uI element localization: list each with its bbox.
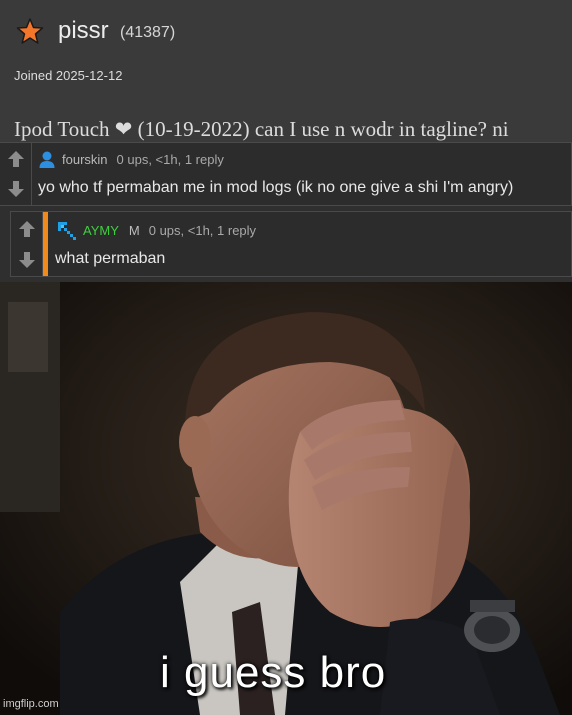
profile-joined-date: Joined 2025-12-12 bbox=[14, 68, 123, 83]
meme-caption: i guess bro bbox=[160, 648, 387, 697]
star-icon bbox=[16, 18, 44, 44]
downvote-arrow-icon[interactable] bbox=[6, 179, 26, 199]
downvote-arrow-icon[interactable] bbox=[17, 250, 37, 270]
profile-username[interactable]: pissr bbox=[58, 16, 109, 46]
upvote-arrow-icon[interactable] bbox=[17, 219, 37, 239]
moderator-badge: M bbox=[128, 222, 140, 238]
pickaxe-icon bbox=[58, 222, 76, 240]
comment-author[interactable]: fourskin bbox=[62, 152, 108, 167]
person-icon bbox=[39, 151, 55, 168]
comment-stats: 0 ups, <1h, 1 reply bbox=[116, 151, 224, 167]
vote-column bbox=[11, 212, 43, 276]
comment-text: what permaban bbox=[55, 250, 166, 267]
reply-comment-item: AYMY M 0 ups, <1h, 1 reply what permaban bbox=[10, 211, 572, 277]
imgflip-watermark: imgflip.com bbox=[3, 698, 59, 710]
profile-user-id: (41387) bbox=[120, 24, 176, 41]
screenshot-root: pissr (41387) Joined 2025-12-12 Ipod Tou… bbox=[0, 0, 572, 715]
upvote-arrow-icon[interactable] bbox=[6, 149, 26, 169]
comment-author[interactable]: AYMY bbox=[83, 223, 119, 238]
op-highlight-bar bbox=[43, 212, 48, 276]
meme-reaction-image: i guess bro imgflip.com bbox=[0, 282, 572, 715]
comment-text: yo who tf permaban me in mod logs (ik no… bbox=[38, 179, 514, 196]
user-profile-header: pissr (41387) Joined 2025-12-12 Ipod Tou… bbox=[0, 0, 572, 142]
profile-tagline: Ipod Touch ❤ (10-19-2022) can I use n wo… bbox=[14, 117, 509, 141]
comment-item: fourskin 0 ups, <1h, 1 reply yo who tf p… bbox=[0, 142, 572, 206]
vote-column bbox=[0, 143, 32, 205]
comment-meta: AYMY M 0 ups, <1h, 1 reply bbox=[55, 221, 257, 240]
comment-stats: 0 ups, <1h, 1 reply bbox=[148, 222, 257, 238]
comment-meta: fourskin 0 ups, <1h, 1 reply bbox=[38, 150, 224, 168]
